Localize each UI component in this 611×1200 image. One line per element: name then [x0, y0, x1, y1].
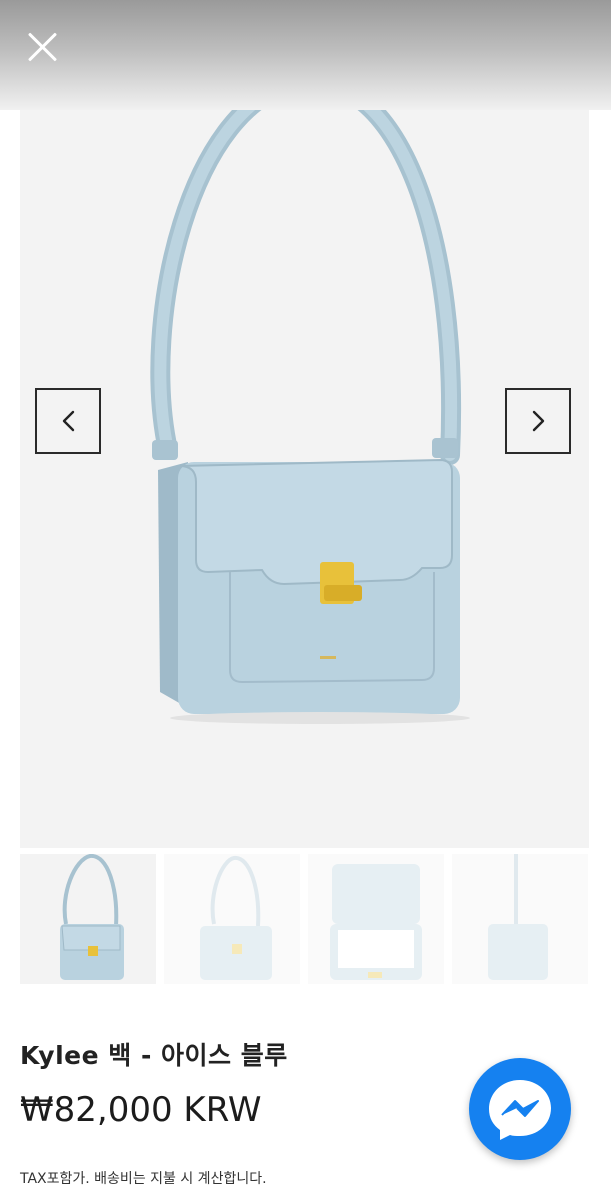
product-price: ₩82,000 KRW [20, 1090, 262, 1130]
thumbnail-4[interactable] [452, 854, 588, 984]
thumbnail-strip [20, 854, 589, 984]
chevron-right-icon [532, 410, 545, 432]
product-main-image [20, 110, 589, 848]
thumbnail-1[interactable] [20, 854, 156, 984]
chevron-left-icon [62, 410, 75, 432]
thumbnail-3[interactable] [308, 854, 444, 984]
messenger-icon [489, 1080, 551, 1140]
product-title: Kylee 백 - 아이스 블루 [20, 1041, 288, 1070]
tax-note: TAX포함가. 배송비는 지불 시 계산합니다. [20, 1171, 267, 1187]
prev-image-button[interactable] [35, 388, 101, 454]
next-image-button[interactable] [505, 388, 571, 454]
thumbnail-2[interactable] [164, 854, 300, 984]
top-overlay [0, 0, 611, 110]
close-icon[interactable] [24, 28, 62, 66]
messenger-chat-button[interactable] [469, 1058, 571, 1160]
